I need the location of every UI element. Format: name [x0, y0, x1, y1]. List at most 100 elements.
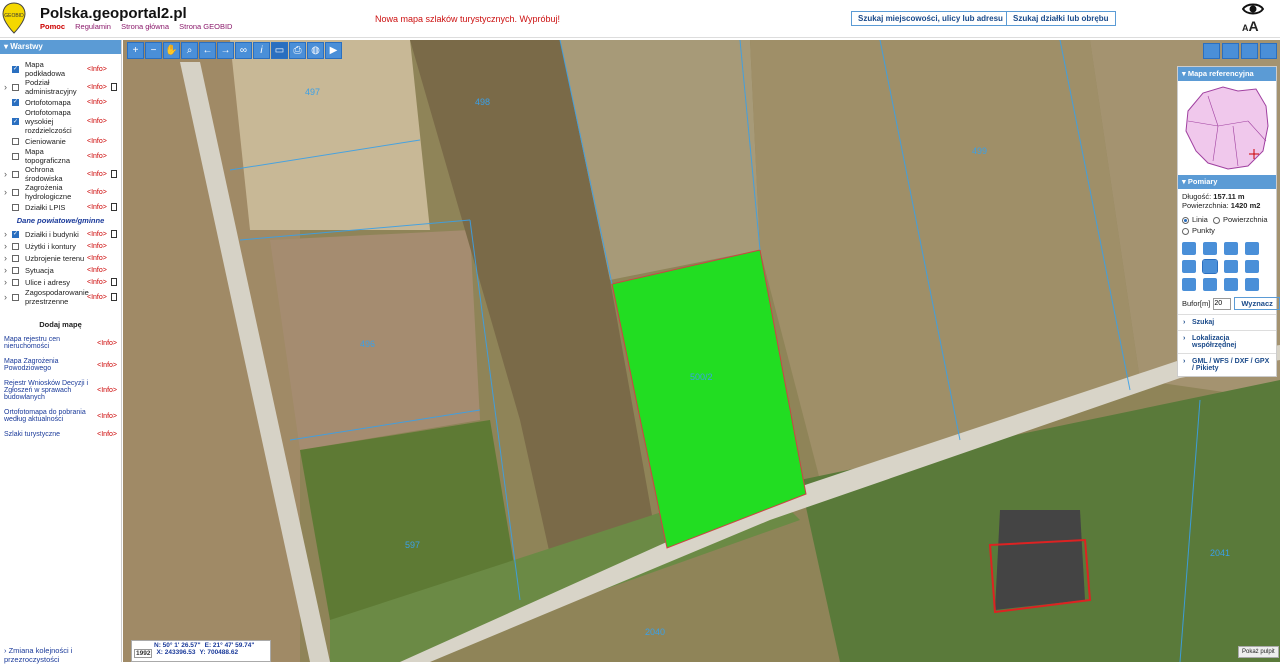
- font-size-toggle[interactable]: AA: [1242, 18, 1259, 34]
- layout-full-icon[interactable]: [1203, 43, 1220, 59]
- layer-checkbox[interactable]: [12, 65, 19, 73]
- layer-checkbox[interactable]: [12, 254, 19, 262]
- copy-icon[interactable]: [1245, 278, 1259, 291]
- info-link[interactable]: <Info>: [87, 117, 107, 126]
- layer-checkbox[interactable]: [12, 137, 19, 145]
- zoom-out-icon[interactable]: −: [145, 42, 162, 59]
- document-icon[interactable]: [110, 203, 117, 211]
- buffer-input[interactable]: [1213, 297, 1232, 310]
- geobid-link[interactable]: Strona GEOBID: [179, 22, 232, 31]
- document-icon[interactable]: [110, 230, 117, 238]
- info-link[interactable]: <Info>: [87, 65, 107, 74]
- info-link[interactable]: <Info>: [87, 170, 107, 179]
- zoom-box-icon[interactable]: ⌕: [181, 42, 198, 59]
- promo-banner[interactable]: Nowa mapa szlaków turystycznych. Wypróbu…: [375, 14, 560, 24]
- info-link[interactable]: <Info>: [97, 413, 117, 420]
- export-link[interactable]: GML / WFS / DXF / GPX / Pikiety: [1178, 353, 1276, 376]
- back-arrow-icon[interactable]: ←: [199, 42, 216, 59]
- info-link[interactable]: <Info>: [87, 152, 107, 161]
- layer-row[interactable]: › Ulice i adresy <Info>: [0, 276, 121, 288]
- layer-checkbox[interactable]: [12, 278, 19, 286]
- info-link[interactable]: <Info>: [97, 362, 117, 369]
- home-link[interactable]: Strona główna: [121, 22, 169, 31]
- search-place-button[interactable]: Szukaj miejscowości, ulicy lub adresu: [851, 11, 1010, 26]
- mode-line-radio[interactable]: [1182, 216, 1189, 224]
- geobid-logo-icon[interactable]: GEOBID: [2, 2, 26, 34]
- layer-row[interactable]: › Działki i budynki <Info>: [0, 228, 121, 240]
- layer-row[interactable]: › Zagospodarowanie przestrzenne <Info>: [0, 288, 121, 306]
- pan-hand-icon[interactable]: ✋: [163, 42, 180, 59]
- add-vertex-icon[interactable]: [1202, 259, 1218, 274]
- add-map-label[interactable]: Mapa Zagrożenia Powodziowego: [4, 358, 92, 372]
- document-icon[interactable]: [110, 170, 117, 178]
- add-map-item[interactable]: Mapa Zagrożenia Powodziowego <Info>: [0, 358, 121, 372]
- layer-checkbox[interactable]: [12, 230, 19, 238]
- expand-chevron-icon[interactable]: ›: [4, 265, 12, 275]
- layout-expand-icon[interactable]: [1241, 43, 1258, 59]
- orthophoto-map[interactable]: 497 498 499 500/2 597 2040 2041 496: [123, 40, 1280, 662]
- mode-points-radio[interactable]: [1182, 227, 1189, 235]
- info-link[interactable]: <Info>: [97, 431, 117, 438]
- info-link[interactable]: <Info>: [87, 230, 107, 239]
- expand-chevron-icon[interactable]: ›: [4, 292, 12, 302]
- layer-checkbox[interactable]: [12, 293, 19, 301]
- measure-header[interactable]: ▾ Pomiary: [1178, 175, 1276, 189]
- new-document-icon[interactable]: [1182, 242, 1196, 255]
- mode-area-radio[interactable]: [1212, 216, 1220, 224]
- reorder-link[interactable]: › Zmiana kolejności i przezroczystości: [4, 646, 121, 664]
- layer-row[interactable]: Działki LPIS <Info>: [0, 201, 121, 213]
- open-folder-icon[interactable]: [1203, 242, 1217, 255]
- layer-row[interactable]: › Ochrona środowiska <Info>: [0, 165, 121, 183]
- trash-icon[interactable]: [1245, 242, 1259, 255]
- video-icon[interactable]: ▶: [325, 42, 342, 59]
- layer-row[interactable]: › Sytuacja <Info>: [0, 264, 121, 276]
- layer-checkbox[interactable]: [12, 152, 19, 160]
- terms-link[interactable]: Regulamin: [75, 22, 111, 31]
- coordinate-link[interactable]: Lokalizacja współrzędnej: [1178, 330, 1276, 353]
- layer-row[interactable]: Ortofotomapa <Info>: [0, 96, 121, 108]
- layer-checkbox[interactable]: [12, 118, 19, 125]
- expand-chevron-icon[interactable]: ›: [4, 241, 12, 251]
- layout-panel-icon[interactable]: [1260, 43, 1277, 59]
- map-canvas[interactable]: 497 498 499 500/2 597 2040 2041 496: [123, 40, 1280, 662]
- expand-chevron-icon[interactable]: ›: [4, 169, 12, 179]
- info-link[interactable]: <Info>: [87, 83, 107, 92]
- add-map-item[interactable]: Ortofotomapa do pobrania według aktualno…: [0, 409, 121, 423]
- add-map-label[interactable]: Szlaki turystyczne: [4, 431, 92, 438]
- layer-row[interactable]: Ortofotomapa wysokiej rozdzielczości <Inf…: [0, 108, 121, 135]
- layer-checkbox[interactable]: [12, 266, 19, 274]
- undo-arrow-icon[interactable]: [1182, 260, 1196, 273]
- expand-chevron-icon[interactable]: ›: [4, 277, 12, 287]
- info-link[interactable]: <Info>: [87, 203, 107, 212]
- info-link[interactable]: <Info>: [87, 254, 107, 263]
- info-link[interactable]: <Info>: [87, 278, 107, 287]
- crs-select[interactable]: 1992: [134, 649, 153, 658]
- layout-split-icon[interactable]: [1222, 43, 1239, 59]
- layer-row[interactable]: Mapa topograficzna <Info>: [0, 147, 121, 165]
- layer-row[interactable]: › Podział administracyjny <Info>: [0, 78, 121, 96]
- info-link[interactable]: <Info>: [87, 98, 107, 107]
- expand-chevron-icon[interactable]: ›: [4, 229, 12, 239]
- remove-vertex-icon[interactable]: [1224, 260, 1238, 273]
- info-link[interactable]: <Info>: [87, 293, 107, 302]
- layer-checkbox[interactable]: [12, 83, 19, 91]
- info-link[interactable]: <Info>: [87, 242, 107, 251]
- compute-button[interactable]: Wyznacz: [1234, 297, 1280, 310]
- site-title[interactable]: Polska.geoportal2.pl: [40, 5, 187, 22]
- link-icon[interactable]: ∞: [235, 42, 252, 59]
- expand-chevron-icon[interactable]: ›: [4, 82, 12, 92]
- layers-panel-header[interactable]: ▾ Warstwy: [0, 40, 121, 54]
- layer-checkbox[interactable]: [12, 98, 19, 106]
- layer-row[interactable]: › Uzbrojenie terenu <Info>: [0, 252, 121, 264]
- search-link[interactable]: Szukaj: [1178, 314, 1276, 330]
- info-link[interactable]: <Info>: [87, 137, 107, 146]
- layer-checkbox[interactable]: [12, 188, 19, 196]
- add-map-item[interactable]: Mapa rejestru cen nieruchomości <Info>: [0, 336, 121, 350]
- layer-checkbox[interactable]: [12, 170, 19, 178]
- layer-row[interactable]: › Użytki i kontury <Info>: [0, 240, 121, 252]
- help-link[interactable]: Pomoc: [40, 22, 65, 31]
- expand-chevron-icon[interactable]: ›: [4, 253, 12, 263]
- expand-chevron-icon[interactable]: ›: [4, 187, 12, 197]
- add-map-label[interactable]: Ortofotomapa do pobrania według aktualno…: [4, 409, 92, 423]
- layer-row[interactable]: › Zagrożenia hydrologiczne <Info>: [0, 183, 121, 201]
